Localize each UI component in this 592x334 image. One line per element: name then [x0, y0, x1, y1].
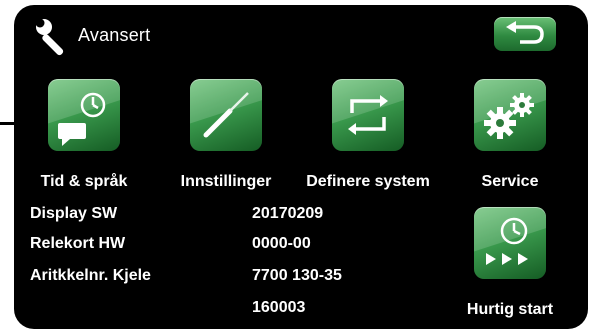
service-button[interactable]: [474, 79, 546, 151]
serial-number-value: 160003: [252, 299, 306, 316]
define-system-button[interactable]: [332, 79, 404, 151]
settings-label: Innstillinger: [180, 173, 272, 190]
relay-hw-label: Relekort HW: [30, 235, 126, 252]
gears-icon: [484, 93, 534, 139]
clock-speech-icon: [58, 92, 106, 146]
clock-fastforward-icon: [486, 217, 528, 265]
time-language-button[interactable]: [48, 79, 120, 151]
back-button[interactable]: [494, 17, 556, 51]
display-sw-value: 20170209: [252, 205, 324, 222]
quick-start-label: Hurtig start: [466, 301, 554, 318]
time-language-label: Tid & språk: [40, 173, 128, 190]
article-number-label: Aritkkelnr. Kjele: [30, 267, 151, 284]
device-screen: Avansert Tid & språk Innstillinger Defin…: [14, 5, 588, 329]
service-label: Service: [481, 173, 539, 190]
page-title: Avansert: [78, 25, 151, 45]
display-sw-label: Display SW: [30, 205, 118, 222]
settings-button[interactable]: [190, 79, 262, 151]
screwdriver-icon: [203, 92, 249, 138]
cycle-arrows-icon: [348, 95, 388, 135]
wrench-icon: [32, 6, 76, 59]
article-number-value: 7700 130-35: [252, 267, 342, 284]
return-arrow-icon: [506, 21, 544, 44]
relay-hw-value: 0000-00: [252, 235, 311, 252]
define-system-label: Definere system: [306, 173, 430, 190]
quick-start-button[interactable]: [474, 207, 546, 279]
